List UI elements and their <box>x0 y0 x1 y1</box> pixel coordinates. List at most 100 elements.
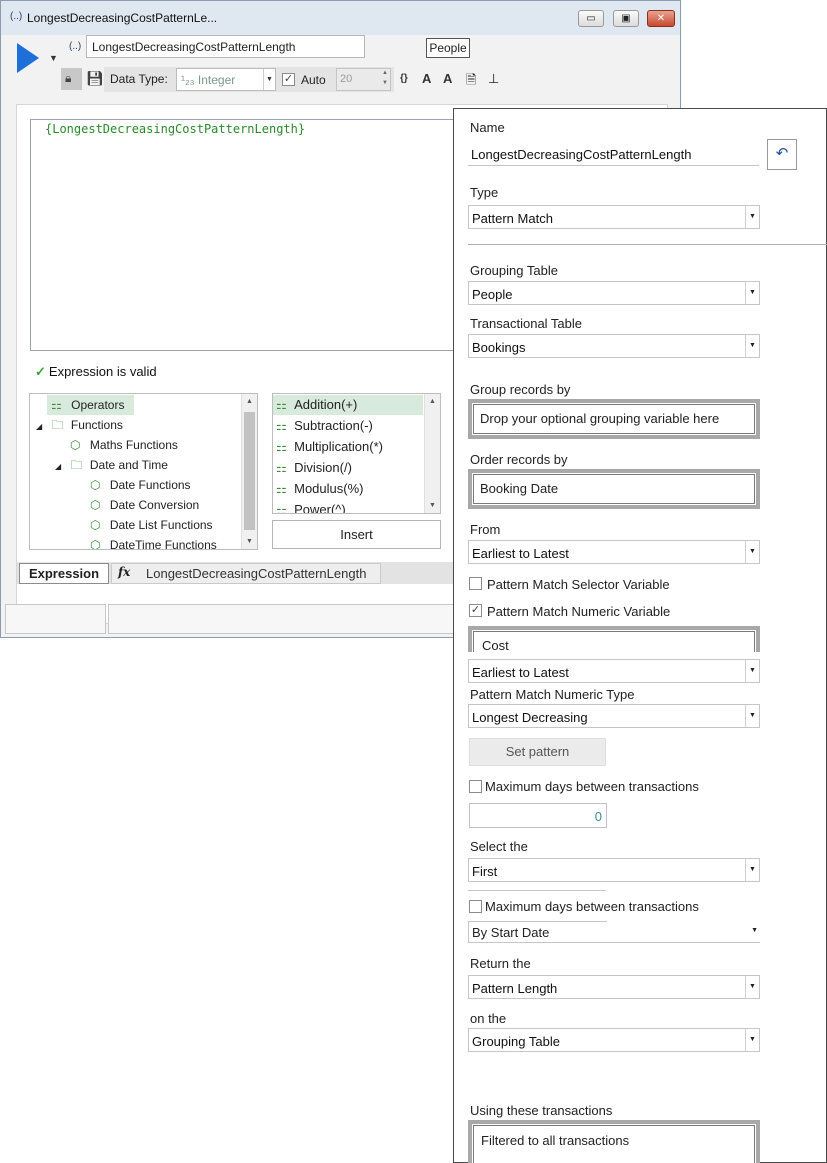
function-tree[interactable]: ⚏ Operators ◢ 🗀 Functions ⬡ Maths Functi… <box>29 393 258 550</box>
chevron-down-icon: ▼ <box>745 335 759 357</box>
close-button[interactable]: ✕ <box>647 10 675 27</box>
cube-icon: ⬡ <box>90 478 101 492</box>
insert-button[interactable]: Insert <box>272 520 441 549</box>
select-the-select[interactable]: First ▼ <box>468 858 760 882</box>
chevron-down-icon: ▼ <box>745 660 759 682</box>
auto-checkbox[interactable]: ✓ <box>282 73 295 86</box>
status-cell <box>108 604 455 634</box>
stepper-up-icon[interactable]: ▲ <box>382 70 388 76</box>
max-days-checkbox-1[interactable] <box>469 780 482 793</box>
list-item-subtraction[interactable]: ⚏ Subtraction(-) <box>273 416 373 436</box>
cube-icon: ⬡ <box>90 538 101 550</box>
tree-item-maths-functions[interactable]: ⬡ Maths Functions <box>70 435 178 455</box>
scroll-down-icon[interactable]: ▼ <box>242 534 257 549</box>
variable-icon: (..) <box>10 11 23 22</box>
chevron-down-icon: ▼ <box>745 282 759 304</box>
tree-item-date-and-time[interactable]: ◢ 🗀 Date and Time <box>55 455 168 475</box>
list-item-multiplication[interactable]: ⚏ Multiplication(*) <box>273 437 383 457</box>
numeric-order-select[interactable]: Earliest to Latest ▼ <box>468 659 760 683</box>
context-table-button[interactable]: People <box>426 38 470 58</box>
tree-item-date-conversion[interactable]: ⬡ Date Conversion <box>90 495 199 515</box>
expand-icon[interactable]: ◢ <box>55 462 61 471</box>
max-days-label-1: Maximum days between transactions <box>485 779 699 794</box>
group-records-dropzone[interactable]: Drop your optional grouping variable her… <box>468 399 760 439</box>
grouping-table-select[interactable]: People ▼ <box>468 281 760 305</box>
tree-item-date-list-functions[interactable]: ⬡ Date List Functions <box>90 515 213 535</box>
operator-list[interactable]: ⚏ Addition(+) ⚏ Subtraction(-) ⚏ Multipl… <box>272 393 441 514</box>
minimize-button[interactable]: ▭ <box>578 10 604 27</box>
by-start-date-select[interactable]: By Start Date ▼ <box>468 921 760 943</box>
maximize-button[interactable]: ▣ <box>613 10 639 27</box>
tab-fx-label: LongestDecreasingCostPatternLength <box>146 566 367 581</box>
data-type-label: Data Type: <box>110 72 168 86</box>
scroll-down-icon[interactable]: ▼ <box>425 498 440 513</box>
group-records-label: Group records by <box>470 382 571 397</box>
scroll-thumb[interactable] <box>427 412 438 492</box>
braces-icon[interactable]: {} <box>400 73 408 84</box>
from-select[interactable]: Earliest to Latest ▼ <box>468 540 760 564</box>
status-cell <box>5 604 106 634</box>
type-select[interactable]: Pattern Match ▼ <box>468 205 760 229</box>
tab-expression[interactable]: Expression <box>19 563 109 584</box>
hierarchy-icon[interactable]: ⊥ <box>488 71 499 87</box>
return-the-select[interactable]: Pattern Length ▼ <box>468 975 760 999</box>
stepper-down-icon[interactable]: ▼ <box>382 80 388 86</box>
scroll-up-icon[interactable]: ▲ <box>425 394 440 409</box>
list-item-addition[interactable]: ⚏ Addition(+) <box>273 395 423 415</box>
chevron-down-icon: ▼ <box>745 976 759 998</box>
expression-editor[interactable] <box>30 119 470 351</box>
name-input[interactable]: LongestDecreasingCostPatternLength <box>468 142 759 166</box>
divider <box>468 244 827 245</box>
chevron-down-icon: ▼ <box>745 541 759 563</box>
list-item-division[interactable]: ⚏ Division(/) <box>273 458 352 478</box>
selector-variable-checkbox[interactable] <box>469 577 482 590</box>
data-type-value: ¹₂₃ Integer <box>181 73 236 87</box>
validation-status: ✓ Expression is valid <box>35 364 157 380</box>
run-icon[interactable] <box>17 43 39 73</box>
save-icon[interactable]: 💾︎ <box>86 70 104 87</box>
undo-button[interactable]: ↶ <box>767 139 797 170</box>
title-bar[interactable]: (..) LongestDecreasingCostPatternLe... ▭… <box>1 1 680 35</box>
auto-label: Auto <box>301 73 326 87</box>
run-dropdown-icon[interactable]: ▼ <box>49 53 58 63</box>
tree-item-operators[interactable]: ⚏ Operators <box>47 395 134 415</box>
operator-scrollbar[interactable]: ▲ ▼ <box>424 394 440 513</box>
transactional-table-select[interactable]: Bookings ▼ <box>468 334 760 358</box>
tree-item-datetime-functions[interactable]: ⬡ DateTime Functions <box>90 535 217 550</box>
expand-icon[interactable]: ◢ <box>36 422 42 431</box>
scroll-thumb[interactable] <box>244 412 255 530</box>
scroll-up-icon[interactable]: ▲ <box>242 394 257 409</box>
max-days-label-2: Maximum days between transactions <box>485 899 699 914</box>
numeric-type-select[interactable]: Longest Decreasing ▼ <box>468 704 760 728</box>
set-pattern-button[interactable]: Set pattern <box>469 738 606 766</box>
using-transactions-dropzone[interactable]: Filtered to all transactions <box>468 1120 760 1163</box>
decrease-font-icon[interactable]: A <box>422 71 431 86</box>
variable-name-input[interactable]: LongestDecreasingCostPatternLength <box>86 35 365 58</box>
tree-item-date-functions[interactable]: ⬡ Date Functions <box>90 475 191 495</box>
data-type-select[interactable]: ¹₂₃ Integer ▼ <box>176 68 276 91</box>
on-the-select[interactable]: Grouping Table ▼ <box>468 1028 760 1052</box>
lock-button[interactable]: 🔒︎ <box>61 68 82 90</box>
document-icon[interactable]: 🗎︎ <box>466 71 476 93</box>
folder-icon: 🗀 <box>51 418 64 432</box>
cube-icon: ⬡ <box>70 438 81 452</box>
auto-value-stepper[interactable]: 20 ▲ ▼ <box>336 68 391 91</box>
list-item-modulus[interactable]: ⚏ Modulus(%) <box>273 479 363 499</box>
max-days-checkbox-2[interactable] <box>469 900 482 913</box>
list-item-power[interactable]: ⚏ Power(^) <box>273 500 346 513</box>
fx-icon: fx <box>118 565 131 579</box>
tree-scrollbar[interactable]: ▲ ▼ <box>241 394 257 549</box>
numeric-variable-dropzone[interactable]: Cost <box>468 626 760 653</box>
max-days-input[interactable]: 0 <box>469 803 607 828</box>
folder-icon: 🗀 <box>70 458 83 472</box>
operator-icon: ⚏ <box>276 398 287 412</box>
tab-fx[interactable]: fx LongestDecreasingCostPatternLength <box>111 563 381 584</box>
tree-item-functions[interactable]: ◢ 🗀 Functions <box>36 415 123 435</box>
from-label: From <box>470 522 501 537</box>
operators-icon: ⚏ <box>51 398 62 412</box>
chevron-down-icon: ▼ <box>745 859 759 881</box>
increase-font-icon[interactable]: A <box>443 71 452 86</box>
order-records-dropzone[interactable]: Booking Date <box>468 469 760 509</box>
operator-icon: ⚏ <box>276 419 287 433</box>
numeric-variable-checkbox[interactable]: ✓ <box>469 604 482 617</box>
